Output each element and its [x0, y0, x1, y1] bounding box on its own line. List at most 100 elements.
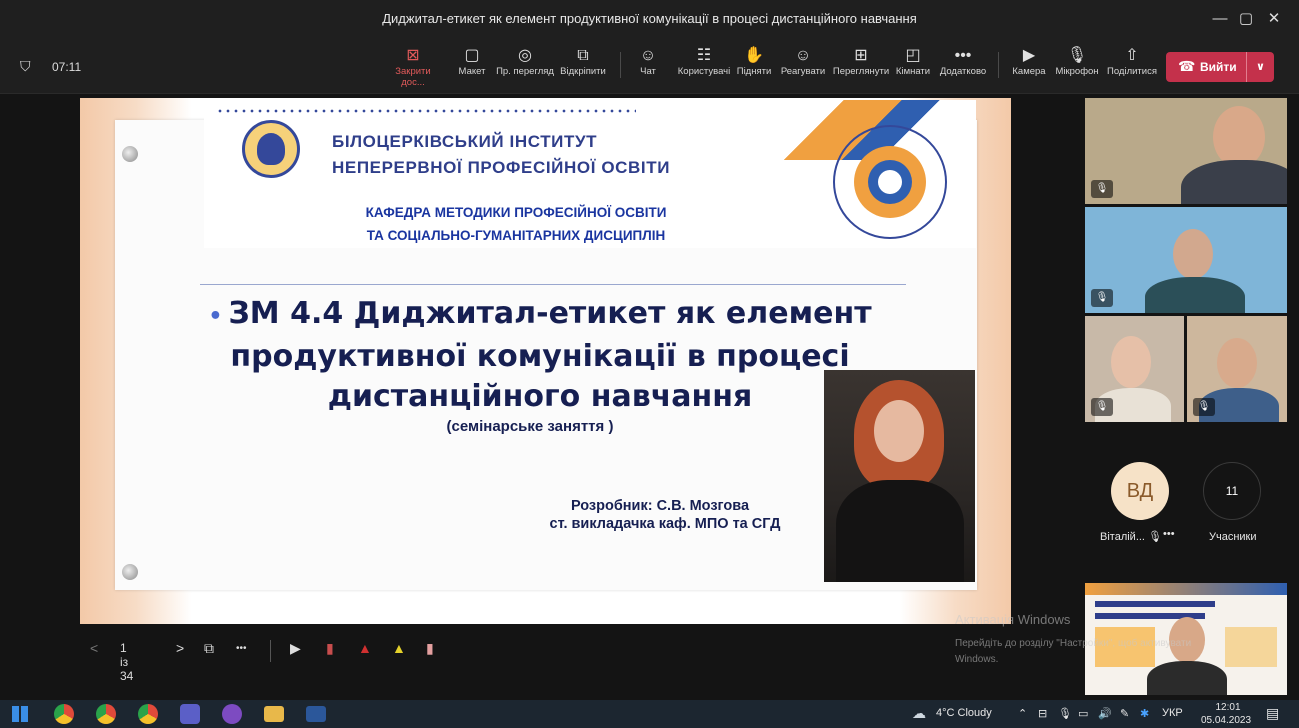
photo-body: [836, 480, 964, 582]
react-button[interactable]: ☺ Реагувати: [778, 46, 828, 77]
video-tile[interactable]: 🎙: [1187, 316, 1287, 422]
smiley-icon: ☺: [794, 47, 812, 64]
raise-hand-button[interactable]: ✋ Підняти: [736, 46, 772, 77]
marker-tool-icon[interactable]: ▲: [358, 640, 372, 656]
slide-divider: [200, 284, 906, 285]
bullet-icon: •: [208, 304, 223, 329]
window-title: Диджитал-етикет як елемент продуктивної …: [382, 11, 917, 26]
muted-mic-icon: 🎙: [1091, 398, 1113, 416]
windows-taskbar: ☁ 4°C Cloudy ⌃ ⊟ 🎙 ▭ 🔊 ✎ ✱ УКР 12:01 05.…: [0, 700, 1299, 728]
raise-hand-label: Підняти: [736, 66, 772, 77]
highlighter-tool-icon[interactable]: ▲: [392, 640, 406, 656]
rooms-button[interactable]: ◰ Кімнати: [893, 46, 933, 77]
controls-divider: [270, 640, 271, 662]
bluetooth-icon[interactable]: ✱: [1140, 707, 1149, 720]
pointer-tool-icon[interactable]: ▶: [290, 640, 301, 657]
video-tile[interactable]: 🎙: [1085, 98, 1287, 204]
mic-tray-icon[interactable]: 🎙: [1058, 707, 1072, 720]
unpin-button[interactable]: ⧉ Відкріпити: [557, 46, 609, 77]
people-label: Користувачі: [677, 66, 731, 77]
muted-mic-icon: 🎙: [1091, 289, 1113, 307]
viber-icon[interactable]: [222, 704, 242, 724]
microphone-button[interactable]: 🎙 Мікрофон: [1054, 46, 1100, 77]
more-actions-button[interactable]: ••• Додатково: [936, 46, 990, 77]
shield-icon: ⛉: [20, 58, 31, 74]
chat-button[interactable]: ☺ Чат: [636, 46, 660, 77]
windows-start-icon[interactable]: [12, 706, 28, 722]
video-tile[interactable]: 🎙: [1085, 207, 1287, 313]
rooms-icon: ◰: [905, 47, 921, 64]
participants-label: Учасники: [1209, 531, 1257, 543]
rooms-label: Кімнати: [895, 66, 931, 77]
people-icon: ☷: [696, 47, 712, 64]
title-bar: Диджитал-етикет як елемент продуктивної …: [0, 0, 1299, 38]
pin-decoration: [122, 146, 138, 162]
leave-button[interactable]: ☎ Вийти ∨: [1166, 52, 1274, 82]
toolbar-divider: [998, 52, 999, 78]
file-explorer-icon[interactable]: [264, 706, 284, 722]
institute-name-line2: НЕПЕРЕРВНОЇ ПРОФЕСІЙНОЇ ОСВІТИ: [332, 158, 671, 177]
teams-icon[interactable]: [180, 704, 200, 724]
notifications-icon[interactable]: ▤: [1266, 705, 1279, 722]
stop-share-icon: ⊠: [406, 47, 420, 64]
pen-tray-icon[interactable]: ✎: [1120, 707, 1129, 720]
slide-title-text: ЗМ 4.4 Диджитал-етикет як елемент продук…: [228, 296, 872, 414]
author-position: ст. викладачка каф. МПО та СГД: [549, 516, 781, 532]
chat-label: Чат: [640, 66, 656, 77]
battery-icon[interactable]: ▭: [1078, 707, 1088, 720]
eraser-tool-icon[interactable]: ▮: [426, 640, 434, 657]
muted-mic-icon: 🎙: [1193, 398, 1215, 416]
people-button[interactable]: ☷ Користувачі: [673, 46, 735, 77]
department-line1: КАФЕДРА МЕТОДИКИ ПРОФЕСІЙНОЇ ОСВІТИ: [365, 205, 667, 220]
meeting-timer: 07:11: [52, 60, 82, 74]
weather-text[interactable]: 4°C Cloudy: [936, 707, 992, 719]
language-indicator[interactable]: УКР: [1162, 707, 1183, 719]
participant-more-button[interactable]: •••: [1163, 528, 1175, 540]
layout-icon: ▢: [464, 47, 480, 64]
author-name: Розробник: С.В. Мозгова: [570, 498, 750, 514]
shared-slide: БІЛОЦЕРКІВСЬКИЙ ІНСТИТУТ НЕПЕРЕРВНОЇ ПРО…: [80, 98, 1011, 624]
preview-label: Пр. перегляд: [496, 66, 554, 77]
share-label: Поділитися: [1107, 66, 1157, 77]
leave-dropdown-button[interactable]: ∨: [1246, 52, 1274, 82]
chrome-icon[interactable]: [54, 704, 74, 724]
pen-tool-icon[interactable]: ▮: [326, 640, 334, 657]
avatar[interactable]: ВД: [1111, 462, 1169, 520]
participants-count-button[interactable]: 11: [1203, 462, 1261, 520]
close-button[interactable]: ✕: [1254, 6, 1294, 32]
slide-more-button[interactable]: •••: [236, 643, 247, 654]
clock-time[interactable]: 12:01: [1206, 702, 1250, 713]
phone-icon: ☎: [1178, 58, 1196, 74]
layout-button[interactable]: ▢ Макет: [455, 46, 489, 77]
camera-label: Камера: [1012, 66, 1046, 77]
slide-counter: 1 із 34: [120, 641, 134, 683]
author-photo: [824, 370, 975, 582]
view-button[interactable]: ⊞ Переглянути: [830, 46, 892, 77]
activation-hint: Перейдіть до розділу "Настройки", щоб ак…: [955, 638, 1192, 649]
camera-button[interactable]: ▶ Камера: [1010, 46, 1048, 77]
network-icon[interactable]: ⊟: [1038, 707, 1047, 720]
volume-icon[interactable]: 🔊: [1098, 707, 1112, 720]
tray-chevron-icon[interactable]: ⌃: [1018, 707, 1027, 720]
next-slide-button[interactable]: >: [176, 640, 184, 656]
slide-layout-icon[interactable]: ⧉: [204, 640, 214, 657]
prev-slide-button[interactable]: <: [90, 640, 98, 656]
preview-button[interactable]: ◎ Пр. перегляд: [496, 46, 554, 77]
camera-icon: ▶: [1022, 47, 1036, 64]
video-tile[interactable]: 🎙: [1085, 316, 1184, 422]
stop-share-label: Закрити дос...: [395, 66, 431, 88]
chrome-icon[interactable]: [138, 704, 158, 724]
chrome-icon[interactable]: [96, 704, 116, 724]
slide-header: БІЛОЦЕРКІВСЬКИЙ ІНСТИТУТ НЕПЕРЕРВНОЇ ПРО…: [204, 100, 976, 248]
participant-body: [1145, 277, 1245, 313]
institute-logo: [242, 120, 300, 178]
clock-date[interactable]: 05.04.2023: [1196, 715, 1256, 726]
eye-icon: ◎: [518, 47, 532, 64]
participant-body: [1147, 661, 1227, 695]
microphone-icon: 🎙: [1066, 47, 1088, 64]
stop-sharing-button[interactable]: ⊠ Закрити дос...: [384, 46, 442, 88]
muted-mic-icon: 🎙: [1091, 180, 1113, 198]
share-button[interactable]: ⇧ Поділитися: [1103, 46, 1161, 77]
hand-icon: ✋: [744, 47, 764, 64]
word-icon[interactable]: [306, 706, 326, 722]
